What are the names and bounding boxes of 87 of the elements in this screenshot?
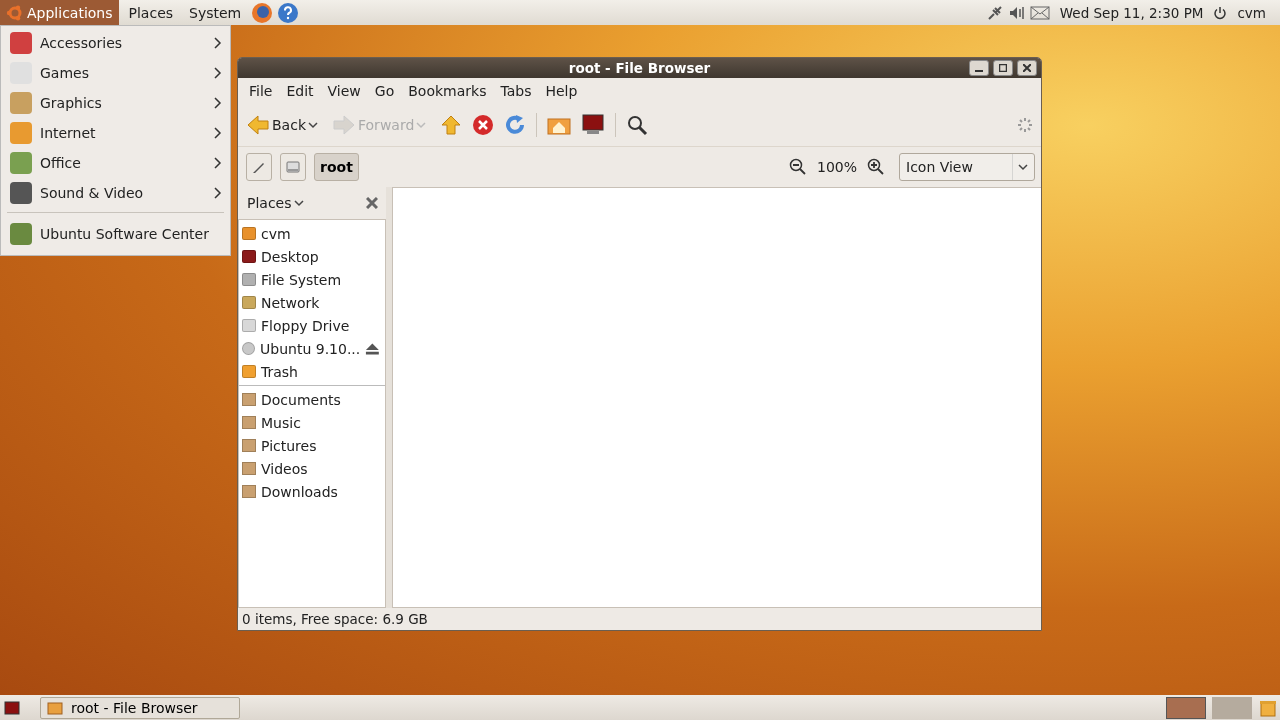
place-icon xyxy=(242,296,256,309)
sidebar-item[interactable]: Network xyxy=(239,291,385,314)
caret-icon xyxy=(308,121,318,129)
reload-icon[interactable] xyxy=(504,114,527,136)
sidebar-item[interactable]: Music xyxy=(239,411,385,434)
place-icon xyxy=(242,342,256,355)
zoom-in-icon[interactable] xyxy=(867,158,885,176)
menu-item[interactable]: Accessories xyxy=(1,28,230,58)
maximize-button[interactable] xyxy=(993,60,1013,76)
sidebar-item[interactable]: Downloads xyxy=(239,480,385,503)
category-icon xyxy=(10,152,32,174)
place-icon xyxy=(242,319,256,332)
menubar-item[interactable]: Edit xyxy=(279,83,321,99)
panel-menu[interactable]: Applications xyxy=(0,0,119,25)
category-icon xyxy=(10,32,32,54)
folder-icon xyxy=(242,485,256,498)
menubar-item[interactable]: View xyxy=(320,83,368,99)
folder-icon xyxy=(242,416,256,429)
menubar-item[interactable]: Help xyxy=(538,83,585,99)
status-text: 0 items, Free space: 6.9 GB xyxy=(241,610,429,629)
panel-menu[interactable]: Places xyxy=(122,0,180,25)
menubar-item[interactable]: Go xyxy=(367,83,402,99)
show-desktop-icon[interactable] xyxy=(4,700,20,715)
user-name[interactable]: cvm xyxy=(1237,4,1266,21)
menu-item[interactable]: Games xyxy=(1,58,230,88)
menubar-item[interactable]: File xyxy=(242,83,280,99)
view-dropdown[interactable]: Icon View xyxy=(899,153,1035,181)
zoom-level: 100% xyxy=(816,159,857,175)
eject-icon[interactable] xyxy=(365,341,380,356)
folder-icon xyxy=(242,462,256,475)
close-icon[interactable] xyxy=(366,197,378,209)
place-icon xyxy=(242,227,256,240)
caret-icon xyxy=(416,121,427,129)
workspace-switcher[interactable] xyxy=(1166,696,1206,719)
folder-icon xyxy=(242,393,256,406)
search-icon[interactable] xyxy=(626,114,649,136)
place-icon xyxy=(242,273,256,286)
maximize-icon xyxy=(999,64,1007,72)
sidebar-item[interactable]: Ubuntu 9.10... xyxy=(239,337,385,360)
place-icon xyxy=(242,365,256,378)
up-arrow-icon[interactable] xyxy=(440,114,463,136)
category-icon xyxy=(10,92,32,114)
caret-icon xyxy=(293,199,304,207)
stop-icon[interactable] xyxy=(472,114,495,136)
clock-text[interactable]: Wed Sep 11, 2:30 PM xyxy=(1059,4,1204,21)
left-arrow-icon xyxy=(246,114,270,136)
sidebar-item[interactable]: Pictures xyxy=(239,434,385,457)
menu-item[interactable]: Internet xyxy=(1,118,230,148)
minimize-button[interactable] xyxy=(969,60,989,76)
computer-monitor-icon[interactable] xyxy=(581,114,606,136)
sidebar-item[interactable]: cvm xyxy=(239,222,385,245)
folder-icon xyxy=(47,700,63,715)
nav-button[interactable]: Back xyxy=(246,114,322,136)
help-icon[interactable] xyxy=(277,1,300,24)
menu-item[interactable]: Office xyxy=(1,148,230,178)
mail-icon[interactable] xyxy=(1029,5,1050,20)
menu-item[interactable]: Sound & Video xyxy=(1,178,230,208)
zoom-out-icon[interactable] xyxy=(788,158,807,176)
sidebar-item[interactable]: Trash xyxy=(239,360,385,383)
menubar-item[interactable]: Tabs xyxy=(493,83,539,99)
browser-globe-icon[interactable] xyxy=(251,1,274,24)
power-icon[interactable] xyxy=(1213,5,1228,20)
sidebar-item[interactable]: Videos xyxy=(239,457,385,480)
close-button[interactable] xyxy=(1017,60,1037,76)
menu-item[interactable]: Ubuntu Software Center xyxy=(1,217,230,251)
category-icon xyxy=(10,122,32,144)
sidebar-item[interactable]: Documents xyxy=(239,388,385,411)
places-dropdown[interactable]: Places xyxy=(247,195,304,211)
category-icon xyxy=(10,182,32,204)
close-icon xyxy=(1023,64,1031,72)
taskbar-button[interactable]: root - File Browser xyxy=(40,696,240,719)
folder-icon xyxy=(242,439,256,452)
workspace-switcher[interactable] xyxy=(1212,696,1252,719)
panel-menu[interactable]: System xyxy=(183,0,248,25)
ubuntu-logo-icon xyxy=(6,3,24,22)
window-title: root - File Browser xyxy=(568,60,711,76)
software-center-icon xyxy=(10,223,32,245)
sidebar-item[interactable]: Desktop xyxy=(239,245,385,268)
right-arrow-icon xyxy=(332,114,356,136)
spinner-icon xyxy=(1017,117,1033,133)
sidebar-item[interactable]: File System xyxy=(239,268,385,291)
menubar-item[interactable]: Bookmarks xyxy=(401,83,494,99)
drive-icon xyxy=(285,159,301,175)
place-icon xyxy=(242,250,256,263)
path-button[interactable]: root xyxy=(314,153,359,181)
sidebar-item[interactable]: Floppy Drive xyxy=(239,314,385,337)
menu-item[interactable]: Graphics xyxy=(1,88,230,118)
